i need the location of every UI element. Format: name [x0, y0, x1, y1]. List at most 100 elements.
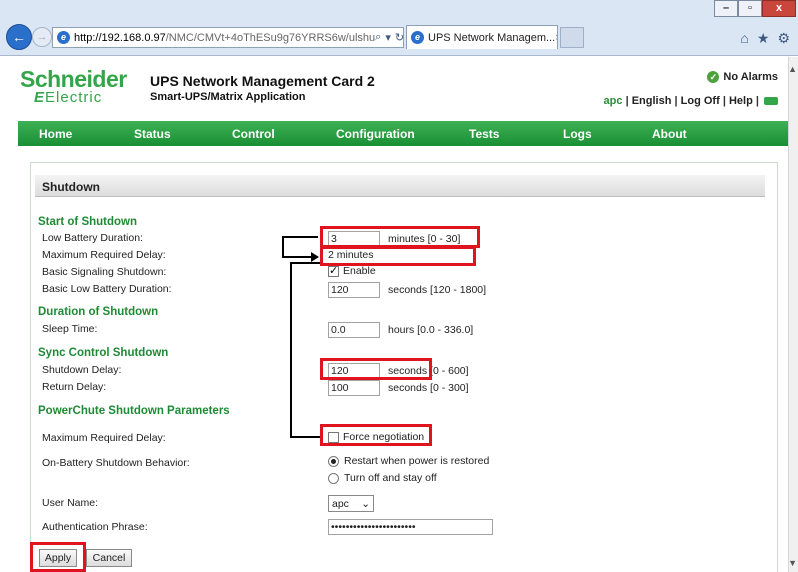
product-subtitle: Smart-UPS/Matrix Application — [150, 91, 306, 103]
user-name-select[interactable]: apc ⌄ — [328, 495, 374, 512]
label-shutdown-delay: Shutdown Delay: — [42, 364, 122, 376]
window-controls: – ▫ x — [714, 0, 796, 17]
browser-chrome: – ▫ x ← → e http://192.168.0.97 /NMC/CMV… — [0, 0, 798, 56]
highlight-low-battery — [320, 226, 480, 248]
section-title: Shutdown — [35, 175, 765, 197]
ie-favicon-icon: e — [57, 31, 70, 44]
connector-line — [290, 262, 292, 438]
logo-text-schneider: Schneider — [20, 66, 127, 92]
label-max-required-delay: Maximum Required Delay: — [42, 249, 166, 261]
highlight-force-negotiation — [320, 424, 432, 446]
vertical-scrollbar[interactable] — [788, 57, 798, 572]
home-icon[interactable]: ⌂ — [740, 30, 748, 47]
field-restart-option: Restart when power is restored — [328, 455, 489, 467]
nav-status[interactable]: Status — [134, 127, 171, 141]
logo-electric-word: Electric — [45, 89, 103, 106]
label-low-battery-duration: Low Battery Duration: — [42, 232, 143, 244]
restart-radio[interactable] — [328, 455, 339, 467]
tab-favicon-icon: e — [411, 31, 424, 44]
highlight-apply — [30, 542, 86, 572]
language-link[interactable]: English — [632, 95, 672, 107]
dropdown-icon[interactable]: ▾ — [385, 31, 391, 44]
tab-title: UPS Network Managem... — [428, 31, 556, 44]
help-link[interactable]: Help — [729, 95, 753, 107]
url-host: http://192.168.0.97 — [74, 31, 166, 44]
close-button[interactable]: x — [762, 0, 796, 17]
field-auth-phrase: ••••••••••••••••••••••• — [328, 519, 493, 535]
maximize-button[interactable]: ▫ — [738, 0, 762, 17]
field-basic-signaling: Enable — [328, 264, 376, 277]
field-turnoff-option: Turn off and stay off — [328, 472, 437, 484]
new-tab-button[interactable] — [560, 27, 584, 48]
sleep-time-input[interactable]: 0.0 — [328, 322, 380, 338]
field-sleep-time: 0.0 hours [0.0 - 336.0] — [328, 322, 473, 338]
user-name-selected: apc — [332, 497, 349, 510]
nav-home[interactable]: Home — [39, 127, 72, 141]
group-start-of-shutdown: Start of Shutdown — [38, 216, 138, 228]
nav-control[interactable]: Control — [232, 127, 275, 141]
logo-text-electric: EElectric — [20, 89, 127, 106]
favorites-star-icon[interactable]: ★ — [757, 30, 770, 47]
back-button[interactable]: ← — [6, 24, 32, 50]
url-path: /NMC/CMVt+4oThESu9g76YRRS6w/ulshu — [165, 31, 376, 44]
tab-close-icon[interactable]: × — [555, 32, 557, 44]
refresh-icon[interactable]: ↻ — [395, 31, 403, 44]
scroll-up-icon[interactable]: ▲ — [788, 64, 797, 74]
user-link[interactable]: apc — [604, 95, 623, 107]
return-delay-input[interactable]: 100 — [328, 380, 380, 396]
highlight-shutdown-delay — [320, 358, 432, 380]
nav-configuration[interactable]: Configuration — [336, 127, 415, 141]
return-delay-unit: seconds [0 - 300] — [388, 382, 469, 394]
minimize-button[interactable]: – — [714, 0, 738, 17]
address-bar[interactable]: e http://192.168.0.97 /NMC/CMVt+4oThESu9… — [52, 27, 404, 48]
check-ok-icon: ✓ — [707, 71, 720, 83]
connector-line — [282, 256, 312, 258]
arrow-head-icon — [311, 252, 319, 262]
label-user-name: User Name: — [42, 497, 99, 509]
nav-about[interactable]: About — [652, 127, 687, 141]
web-page: Schneider EElectric UPS Network Manageme… — [0, 57, 788, 572]
field-return-delay: 100 seconds [0 - 300] — [328, 380, 469, 396]
alarm-status-text: No Alarms — [723, 71, 778, 83]
label-basic-signaling: Basic Signaling Shutdown: — [42, 266, 167, 278]
alarm-status[interactable]: ✓ No Alarms — [707, 71, 778, 83]
electric-e-icon: E — [34, 89, 46, 106]
chevron-down-icon: ⌄ — [361, 497, 370, 510]
label-basic-low-battery: Basic Low Battery Duration: — [42, 283, 172, 295]
label-on-battery-behavior: On-Battery Shutdown Behavior: — [42, 457, 190, 469]
logoff-link[interactable]: Log Off — [681, 95, 720, 107]
back-arrow-icon: ← — [12, 29, 26, 45]
schneider-logo: Schneider EElectric — [20, 67, 127, 105]
label-auth-phrase: Authentication Phrase: — [42, 521, 148, 533]
group-powerchute-parameters: PowerChute Shutdown Parameters — [38, 405, 230, 417]
browser-tab[interactable]: e UPS Network Managem... × — [406, 25, 558, 49]
user-links: apc | English | Log Off | Help | — [604, 95, 778, 107]
field-basic-low-battery: 120 seconds [120 - 1800] — [328, 282, 486, 298]
turn-off-option-label: Turn off and stay off — [344, 472, 437, 484]
sleep-time-unit: hours [0.0 - 336.0] — [388, 324, 474, 336]
search-icon[interactable]: ⌕ — [375, 31, 381, 44]
gear-icon[interactable]: ⚙ — [777, 30, 790, 47]
product-title: UPS Network Management Card 2 — [150, 73, 375, 89]
power-plug-icon — [764, 97, 778, 106]
basic-signaling-option: Enable — [343, 265, 376, 277]
main-nav: Home Status Control Configuration Tests … — [18, 121, 788, 146]
group-sync-control-shutdown: Sync Control Shutdown — [38, 347, 169, 359]
highlight-max-delay — [320, 246, 476, 266]
basic-low-battery-input[interactable]: 120 — [328, 282, 380, 298]
connector-line — [282, 236, 284, 258]
field-user-name: apc ⌄ — [328, 495, 374, 512]
turn-off-radio[interactable] — [328, 472, 339, 484]
label-return-delay: Return Delay: — [42, 381, 107, 393]
nav-tests[interactable]: Tests — [469, 127, 499, 141]
cancel-button[interactable]: Cancel — [86, 549, 132, 567]
basic-signaling-checkbox[interactable] — [328, 264, 339, 277]
nav-logs[interactable]: Logs — [563, 127, 592, 141]
auth-phrase-input[interactable]: ••••••••••••••••••••••• — [328, 519, 493, 535]
forward-arrow-icon: → — [36, 31, 48, 43]
connector-line — [290, 262, 320, 264]
restart-option-label: Restart when power is restored — [344, 455, 490, 467]
forward-button[interactable]: → — [32, 27, 52, 47]
label-sleep-time: Sleep Time: — [42, 323, 98, 335]
scroll-down-icon[interactable]: ▼ — [788, 558, 797, 568]
